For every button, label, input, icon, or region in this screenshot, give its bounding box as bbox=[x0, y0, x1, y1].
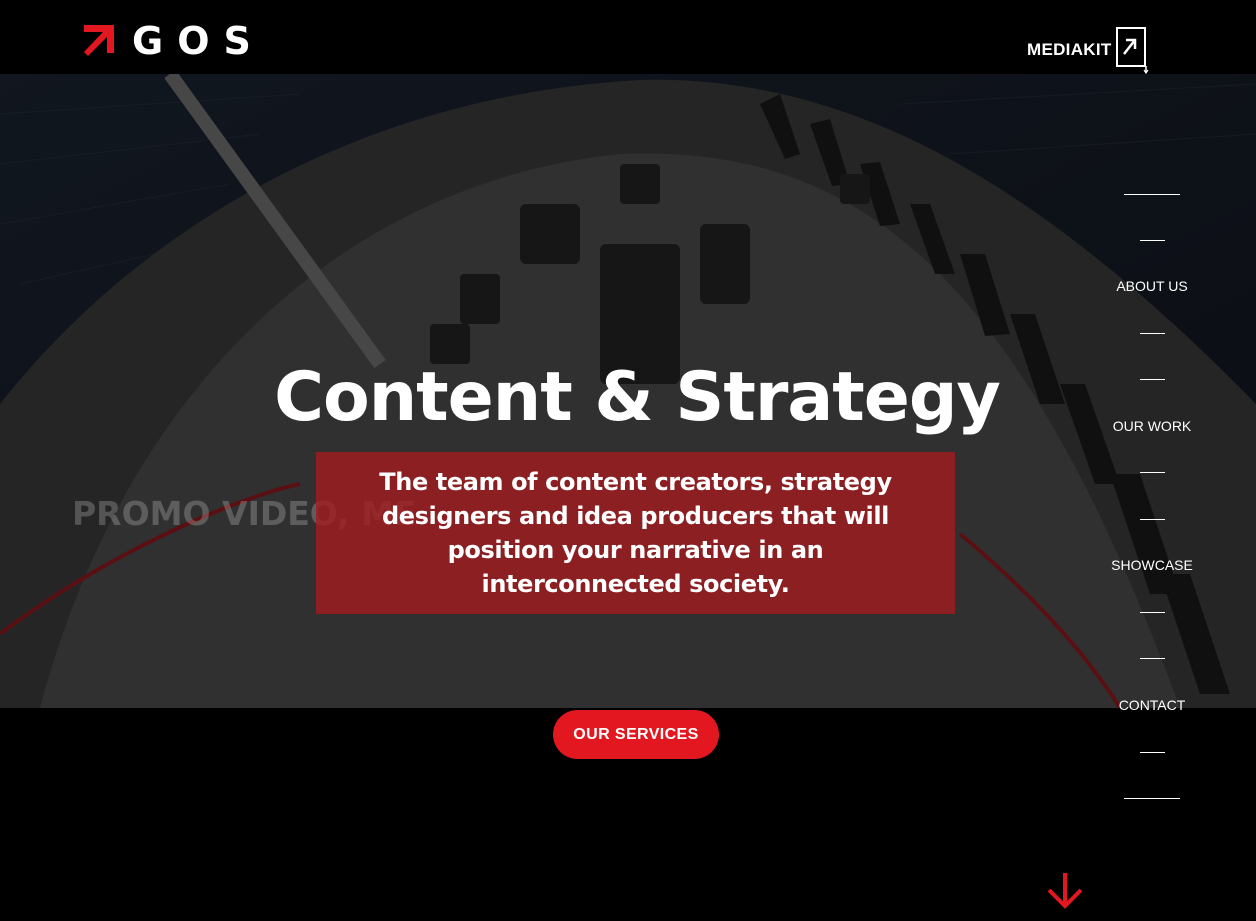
hero-headline: Content & Strategy bbox=[0, 358, 1256, 437]
our-services-button[interactable]: OUR SERVICES bbox=[553, 710, 719, 759]
nav-divider bbox=[1140, 658, 1165, 659]
nav-divider bbox=[1140, 472, 1165, 473]
logo-text: GOS bbox=[132, 19, 265, 63]
nav-divider bbox=[1140, 333, 1165, 334]
nav-divider bbox=[1140, 379, 1165, 380]
site-header: GOS MEDIAKIT bbox=[0, 0, 1256, 74]
logo-arrow-icon bbox=[84, 25, 114, 56]
nav-item-our-work[interactable]: OUR WORK bbox=[1100, 418, 1204, 434]
nav-divider bbox=[1140, 752, 1165, 753]
nav-divider bbox=[1140, 240, 1165, 241]
nav-divider bbox=[1140, 519, 1165, 520]
chevron-down-arrow-icon[interactable] bbox=[1045, 870, 1085, 910]
hero-headline-text: Content & Strategy bbox=[274, 358, 1001, 437]
nav-item-about-us[interactable]: ABOUT US bbox=[1100, 278, 1204, 294]
hero-tagline: The team of content creators, strategy d… bbox=[379, 468, 892, 598]
nav-item-contact[interactable]: CONTACT bbox=[1100, 697, 1204, 713]
mediakit-label: MEDIAKIT bbox=[1027, 40, 1112, 59]
nav-item-showcase[interactable]: SHOWCASE bbox=[1100, 557, 1204, 573]
nav-divider bbox=[1140, 612, 1165, 613]
side-navigation: ABOUT US OUR WORK SHOWCASE CONTACT bbox=[1100, 0, 1204, 921]
hero-tagline-box: The team of content creators, strategy d… bbox=[316, 452, 955, 614]
nav-divider bbox=[1124, 194, 1180, 195]
logo[interactable]: GOS bbox=[82, 22, 265, 60]
nav-divider bbox=[1124, 798, 1180, 799]
